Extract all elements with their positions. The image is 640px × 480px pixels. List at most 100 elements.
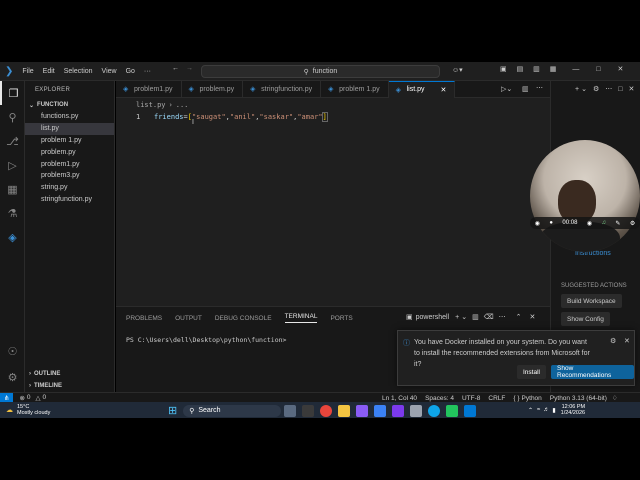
tab-output[interactable]: OUTPUT <box>175 315 202 322</box>
app-icon[interactable] <box>392 404 405 417</box>
account-icon[interactable]: ☉ <box>0 339 25 363</box>
code-line[interactable]: friends = [ "saugat", "anil", "saskar", … <box>154 112 328 122</box>
error-icon[interactable]: ⊗ <box>19 394 24 402</box>
breadcrumb-file[interactable]: list.py <box>136 101 166 109</box>
bell-icon[interactable]: ♢ <box>612 394 618 402</box>
weather-widget[interactable]: 15°C Mostly cloudy <box>17 404 50 416</box>
more-actions-icon[interactable]: ⋯ <box>605 85 612 93</box>
python-interpreter[interactable]: Python 3.13 (64-bit) <box>550 395 607 402</box>
timeline-section[interactable]: › TIMELINE <box>25 380 62 392</box>
file-explorer-icon[interactable] <box>338 404 351 417</box>
app-icon[interactable] <box>356 404 369 417</box>
menu-more[interactable]: ··· <box>144 68 151 75</box>
show-recommendations-button[interactable]: Show Recommendations <box>551 365 634 379</box>
close-icon[interactable]: ✕ <box>628 85 634 93</box>
forward-arrow-icon[interactable]: → <box>186 65 193 72</box>
warning-icon[interactable]: △ <box>36 394 41 402</box>
tab-problem[interactable]: ◈ problem.py <box>182 80 244 98</box>
tab-problem1[interactable]: ◈ problem1.py <box>116 80 182 98</box>
folder-function[interactable]: ⌄ FUNCTION <box>25 99 114 111</box>
outline-section[interactable]: › OUTLINE <box>25 368 60 380</box>
battery-icon[interactable]: ▮ <box>552 407 555 414</box>
maximize-panel-icon[interactable]: ⌃ <box>516 313 522 321</box>
layout-panel-icon[interactable]: ▤ <box>517 66 524 73</box>
app-icon[interactable] <box>410 404 423 417</box>
install-button[interactable]: Install <box>517 365 546 379</box>
language-mode[interactable]: Python <box>522 395 542 402</box>
pen-icon[interactable]: ✎ <box>615 220 620 227</box>
menu-view[interactable]: View <box>102 68 117 75</box>
new-terminal-icon[interactable]: + <box>455 314 459 321</box>
close-tab-icon[interactable]: ✕ <box>441 86 447 94</box>
volume-icon[interactable]: ♬ <box>543 407 549 413</box>
tab-ports[interactable]: PORTS <box>330 315 352 322</box>
file-item[interactable]: functions.py <box>25 111 114 123</box>
settings-gear-icon[interactable]: ⚙ <box>0 365 25 389</box>
edge-icon[interactable] <box>428 404 441 417</box>
chevron-down-icon[interactable]: ⌄ <box>581 85 587 93</box>
copilot-icon[interactable]: ☺▾ <box>452 66 463 74</box>
add-icon[interactable]: + <box>575 86 579 93</box>
file-item[interactable]: problem1.py <box>25 158 114 170</box>
wifi-icon[interactable]: ≈ <box>537 407 540 413</box>
menu-selection[interactable]: Selection <box>64 68 93 75</box>
shell-name[interactable]: powershell <box>416 314 449 321</box>
tab-terminal[interactable]: TERMINAL <box>284 313 318 323</box>
tab-stringfunction[interactable]: ◈ stringfunction.py <box>243 80 322 98</box>
menu-edit[interactable]: Edit <box>43 68 55 75</box>
file-item[interactable]: list.py <box>25 122 114 135</box>
trash-icon[interactable]: ⌫ <box>484 313 494 321</box>
more-actions-icon[interactable]: ⋯ <box>536 84 543 92</box>
error-count[interactable]: 0 <box>27 394 31 401</box>
close-notification-icon[interactable]: ✕ <box>624 337 630 345</box>
show-config-button[interactable]: Show Config <box>561 312 610 326</box>
task-view-icon[interactable] <box>284 404 297 417</box>
encoding[interactable]: UTF-8 <box>462 395 480 402</box>
app-icon[interactable] <box>374 404 387 417</box>
explorer-icon[interactable]: ❐ <box>0 81 25 105</box>
settings-gear-icon[interactable]: ⚙ <box>610 337 616 345</box>
record-icon[interactable]: ● <box>549 220 553 226</box>
app-icon[interactable] <box>446 404 459 417</box>
warning-count[interactable]: 0 <box>43 394 47 401</box>
minimize-icon[interactable]: — <box>572 66 579 73</box>
tab-debug-console[interactable]: DEBUG CONSOLE <box>215 315 272 322</box>
customize-layout-icon[interactable]: ▦ <box>550 66 557 73</box>
tab-problems[interactable]: PROBLEMS <box>126 315 162 322</box>
cursor-position[interactable]: Ln 1, Col 40 <box>382 395 417 402</box>
windows-start-icon[interactable]: ⊞ <box>168 404 177 417</box>
app-icon[interactable] <box>302 404 315 417</box>
line-ending[interactable]: CRLF <box>488 395 505 402</box>
run-python-icon[interactable]: ▷⌄ <box>501 85 512 93</box>
chrome-icon[interactable] <box>320 404 333 417</box>
indentation[interactable]: Spaces: 4 <box>425 395 454 402</box>
split-terminal-icon[interactable]: ▥ <box>472 313 479 321</box>
close-icon[interactable]: ✕ <box>617 66 623 73</box>
maximize-icon[interactable]: □ <box>596 66 600 73</box>
source-control-icon[interactable]: ⎇ <box>0 129 25 153</box>
microphone-icon[interactable]: ♫ <box>601 220 606 226</box>
build-workspace-button[interactable]: Build Workspace <box>561 294 622 308</box>
taskbar-search[interactable]: ⚲ Search <box>183 404 282 417</box>
settings-gear-icon[interactable]: ⚙ <box>593 85 599 93</box>
camera-icon[interactable]: ◉ <box>535 220 540 227</box>
tab-list[interactable]: ◈ list.py ✕ <box>388 80 456 98</box>
split-editor-icon[interactable]: ▥ <box>522 85 529 93</box>
layout-icon[interactable]: □ <box>618 86 622 93</box>
layout-secondary-icon[interactable]: ▥ <box>533 66 540 73</box>
remote-icon[interactable]: ⋔ <box>0 392 14 403</box>
python-icon[interactable]: ◈ <box>0 225 25 249</box>
file-item[interactable]: stringfunction.py <box>25 194 114 206</box>
more-actions-icon[interactable]: ⋯ <box>499 313 506 321</box>
command-center-search[interactable]: ⚲ function <box>201 65 440 78</box>
clock[interactable]: 12:06 PM 1/24/2026 <box>561 404 585 416</box>
extensions-icon[interactable]: ▦ <box>0 177 25 201</box>
chevron-up-icon[interactable]: ⌃ <box>528 407 533 414</box>
close-panel-icon[interactable]: ✕ <box>529 313 535 321</box>
editor-area[interactable]: list.py › ... 1 <box>116 98 550 306</box>
terminal-prompt[interactable]: PS C:\Users\dell\Desktop\python\function… <box>126 336 286 344</box>
testing-icon[interactable]: ⚗ <box>0 201 25 225</box>
back-arrow-icon[interactable]: ← <box>172 65 179 72</box>
menu-file[interactable]: File <box>22 68 33 75</box>
chevron-down-icon[interactable]: ⌄ <box>461 313 467 321</box>
